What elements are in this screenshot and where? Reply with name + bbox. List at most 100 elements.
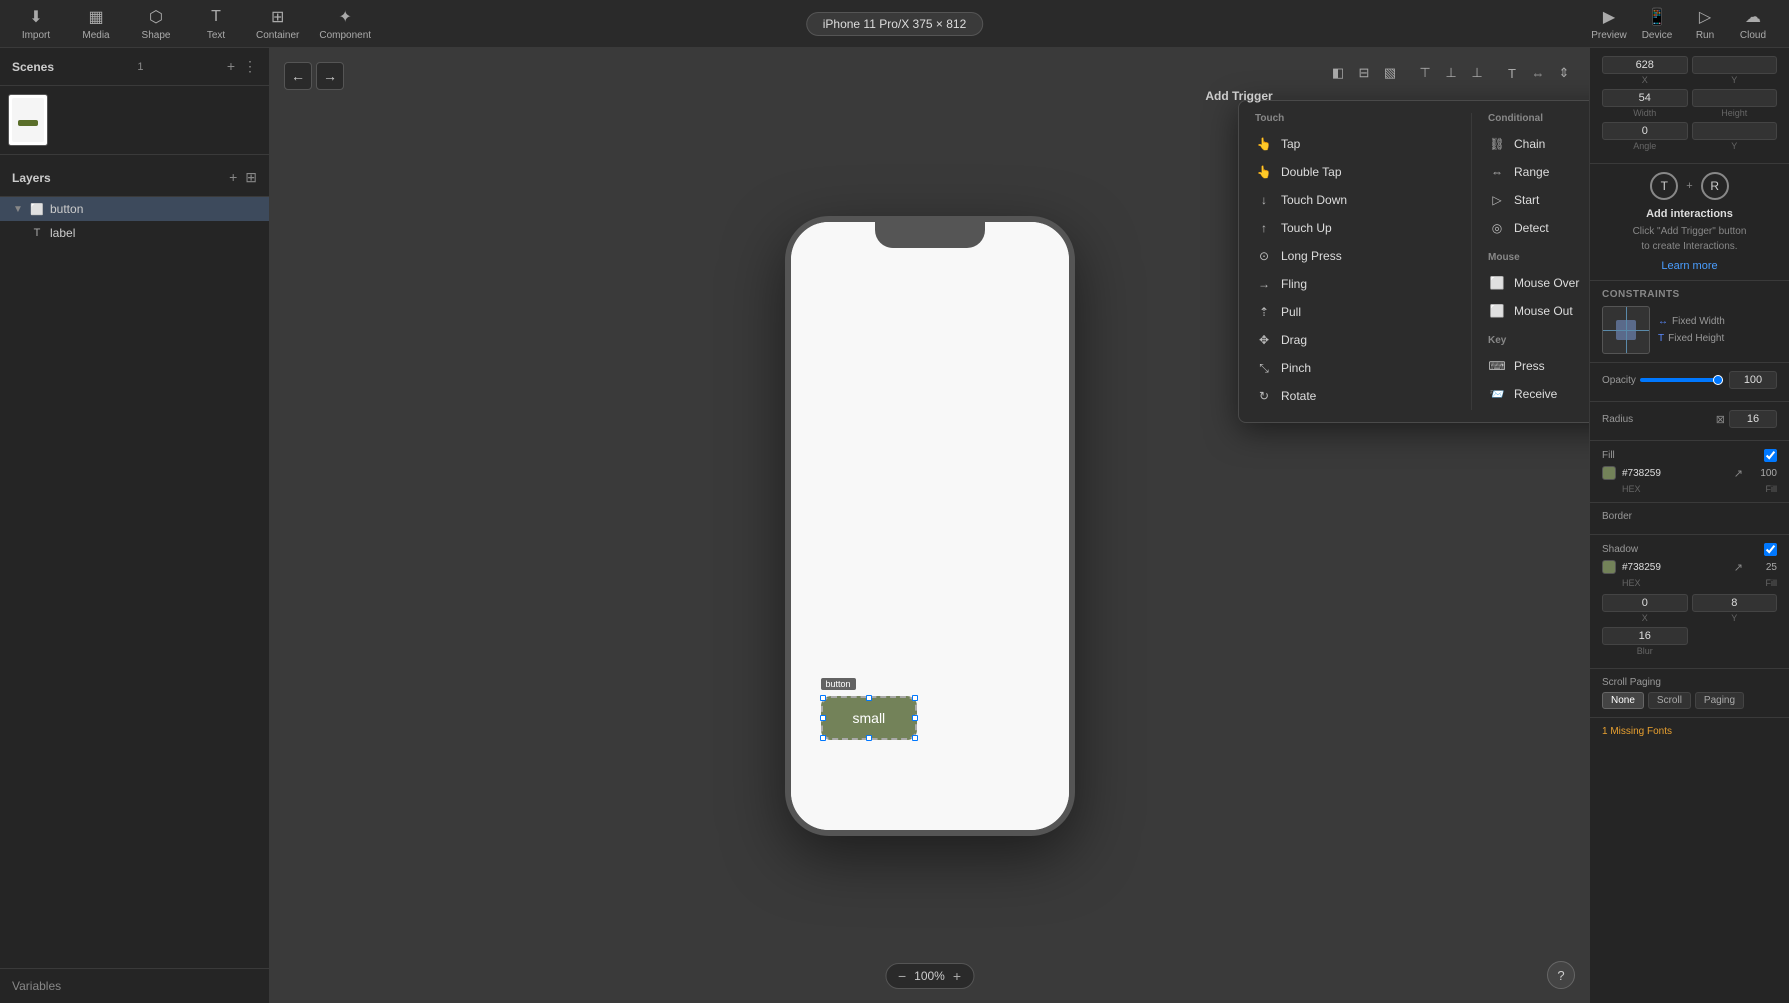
- x-label: X: [1602, 75, 1688, 85]
- align-bottom-icon[interactable]: ⊥: [1466, 62, 1488, 84]
- sel-handle-bl[interactable]: [820, 735, 826, 741]
- shadow-y-input[interactable]: [1692, 594, 1778, 612]
- learn-more-link[interactable]: Learn more: [1602, 260, 1777, 272]
- component-button[interactable]: ✦ Component: [319, 7, 371, 41]
- sel-handle-mr[interactable]: [912, 715, 918, 721]
- scroll-paging-button[interactable]: Paging: [1695, 692, 1744, 709]
- layer-item-button[interactable]: ▼ ⬜ button: [0, 197, 269, 221]
- import-button[interactable]: ⬇ Import: [16, 7, 56, 41]
- scene-thumb-inner: [12, 98, 44, 142]
- text-button[interactable]: T Text: [196, 7, 236, 41]
- fill-color-row: #738259 ↗ 100: [1602, 466, 1777, 480]
- container-button[interactable]: ⊞ Container: [256, 7, 299, 41]
- scene-options-button[interactable]: ⋮: [243, 58, 257, 75]
- align-middle-v-icon[interactable]: ⊥: [1440, 62, 1462, 84]
- zoom-in-button[interactable]: +: [953, 968, 961, 984]
- shadow-toggle[interactable]: [1764, 543, 1777, 556]
- shadow-blur-input[interactable]: [1602, 627, 1688, 645]
- radius-input[interactable]: [1729, 410, 1777, 428]
- distribute-v-icon[interactable]: ⇕: [1553, 62, 1575, 84]
- trigger-press[interactable]: ⌨ Press: [1480, 352, 1589, 380]
- run-button[interactable]: ▷ Run: [1685, 7, 1725, 41]
- sel-handle-tm[interactable]: [866, 695, 872, 701]
- add-scene-button[interactable]: +: [227, 58, 235, 75]
- trigger-start[interactable]: ▷ Start: [1480, 186, 1589, 214]
- height-input[interactable]: [1692, 89, 1778, 107]
- preview-button[interactable]: ▶ Preview: [1589, 7, 1629, 41]
- interaction-r-icon: R: [1701, 172, 1729, 200]
- align-top-icon[interactable]: ⊤: [1414, 62, 1436, 84]
- phone-notch: [875, 222, 985, 248]
- zoom-out-button[interactable]: −: [898, 968, 906, 984]
- fill-hex: #738259: [1622, 468, 1728, 479]
- nav-forward-button[interactable]: →: [316, 62, 344, 90]
- variables-section[interactable]: Variables: [0, 968, 269, 1003]
- text-format-icon[interactable]: T: [1501, 62, 1523, 84]
- angle-input[interactable]: [1602, 122, 1688, 140]
- fill-toggle[interactable]: [1764, 449, 1777, 462]
- device-button[interactable]: 📱 Device: [1637, 7, 1677, 41]
- fill-color-swatch[interactable]: [1602, 466, 1616, 480]
- fill-link-button[interactable]: ↗: [1734, 467, 1743, 480]
- width-input[interactable]: [1602, 89, 1688, 107]
- shape-button[interactable]: ⬡ Shape: [136, 7, 176, 41]
- trigger-tap[interactable]: 👆 Tap: [1247, 130, 1463, 158]
- phone-frame: button small: [785, 216, 1075, 836]
- dropdown-touch-title: Touch: [1247, 113, 1463, 130]
- trigger-mouse-out[interactable]: ⬜ Mouse Out: [1480, 297, 1589, 325]
- shadow-link-button[interactable]: ↗: [1734, 561, 1743, 574]
- shadow-x-input[interactable]: [1602, 594, 1688, 612]
- nav-back-button[interactable]: ←: [284, 62, 312, 90]
- trigger-pinch[interactable]: ⤡ Pinch: [1247, 354, 1463, 382]
- trigger-double-tap[interactable]: 👆 Double Tap: [1247, 158, 1463, 186]
- align-right-icon[interactable]: ▧: [1379, 62, 1401, 84]
- trigger-detect[interactable]: ◎ Detect: [1480, 214, 1589, 242]
- trigger-fling[interactable]: → Fling: [1247, 270, 1463, 298]
- sel-handle-br[interactable]: [912, 735, 918, 741]
- cloud-button[interactable]: ☁ Cloud: [1733, 7, 1773, 41]
- radius-corners-icon[interactable]: ⊠: [1716, 413, 1725, 426]
- add-layer-button[interactable]: +: [229, 169, 237, 186]
- sel-handle-bm[interactable]: [866, 735, 872, 741]
- layer-item-label[interactable]: T label: [0, 221, 269, 245]
- media-button[interactable]: ▦ Media: [76, 7, 116, 41]
- trigger-touch-down[interactable]: ↓ Touch Down: [1247, 186, 1463, 214]
- trigger-touch-up[interactable]: ↑ Touch Up: [1247, 214, 1463, 242]
- canvas-area[interactable]: ← → ◧ ⊟ ▧ ⊤ ⊥ ⊥ T ⇔ ⇕ button small: [270, 48, 1589, 1003]
- distribute-h-icon[interactable]: ⇔: [1527, 62, 1549, 84]
- align-center-h-icon[interactable]: ⊟: [1353, 62, 1375, 84]
- start-icon: ▷: [1488, 191, 1506, 209]
- zoom-controls: − 100% +: [885, 963, 974, 989]
- help-button[interactable]: ?: [1547, 961, 1575, 989]
- y-input[interactable]: [1692, 56, 1778, 74]
- scroll-none-button[interactable]: None: [1602, 692, 1644, 709]
- trigger-long-press[interactable]: ⊙ Long Press: [1247, 242, 1463, 270]
- angle-y-input[interactable]: [1692, 122, 1778, 140]
- layer-options-button[interactable]: ⊞: [245, 169, 257, 186]
- sel-handle-ml[interactable]: [820, 715, 826, 721]
- x-input[interactable]: [1602, 56, 1688, 74]
- scene-thumbnail[interactable]: [8, 94, 48, 146]
- layers-header: Layers + ⊞: [0, 159, 269, 197]
- key-press-icon: ⌨: [1488, 357, 1506, 375]
- scroll-scroll-button[interactable]: Scroll: [1648, 692, 1691, 709]
- align-left-icon[interactable]: ◧: [1327, 62, 1349, 84]
- angle-label: Angle: [1602, 141, 1688, 151]
- trigger-range[interactable]: ⇔ Range: [1480, 158, 1589, 186]
- trigger-chain[interactable]: ⛓ Chain: [1480, 130, 1589, 158]
- shadow-color-swatch[interactable]: [1602, 560, 1616, 574]
- trigger-receive[interactable]: 📨 Receive: [1480, 380, 1589, 408]
- device-selector[interactable]: iPhone 11 Pro/X 375 × 812: [806, 12, 984, 36]
- trigger-rotate[interactable]: ↻ Rotate: [1247, 382, 1463, 410]
- sel-handle-tl[interactable]: [820, 695, 826, 701]
- shadow-section: Shadow #738259 ↗ 25 HEX Fill X: [1590, 535, 1789, 669]
- opacity-input[interactable]: [1729, 371, 1777, 389]
- sel-handle-tr[interactable]: [912, 695, 918, 701]
- trigger-mouse-over[interactable]: ⬜ Mouse Over: [1480, 269, 1589, 297]
- trigger-drag[interactable]: ✥ Drag: [1247, 326, 1463, 354]
- button-element[interactable]: button small: [821, 696, 918, 740]
- trigger-pull[interactable]: ⇡ Pull: [1247, 298, 1463, 326]
- opacity-slider[interactable]: [1640, 378, 1723, 382]
- missing-fonts-warning[interactable]: 1 Missing Fonts: [1590, 718, 1789, 745]
- button-rect[interactable]: small: [821, 696, 918, 740]
